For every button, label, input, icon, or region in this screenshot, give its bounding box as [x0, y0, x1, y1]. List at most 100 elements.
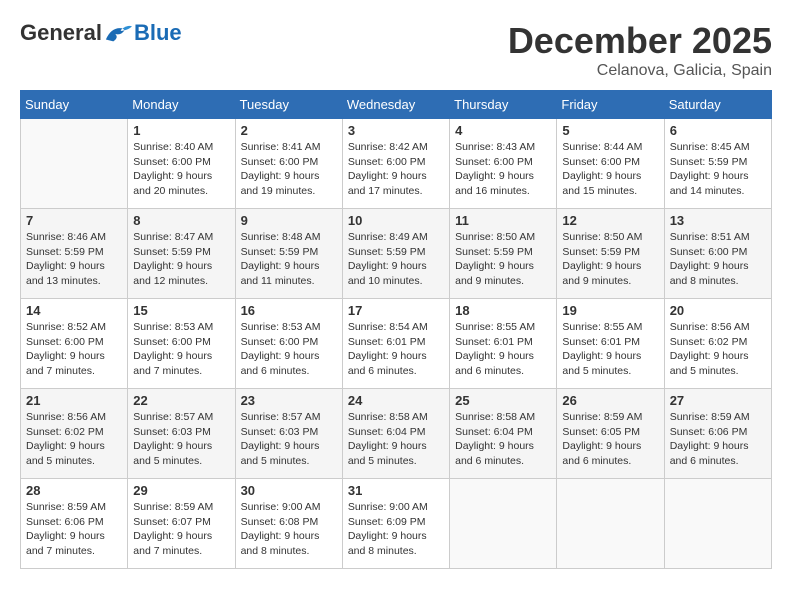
calendar-cell	[664, 479, 771, 569]
calendar-cell: 19 Sunrise: 8:55 AMSunset: 6:01 PMDayligh…	[557, 299, 664, 389]
logo-blue-text: Blue	[134, 20, 182, 46]
day-number: 23	[241, 393, 337, 408]
calendar-header-monday: Monday	[128, 91, 235, 119]
calendar-header-row: SundayMondayTuesdayWednesdayThursdayFrid…	[21, 91, 772, 119]
calendar-week-row: 7Sunrise: 8:46 AMSunset: 5:59 PMDaylight…	[21, 209, 772, 299]
day-number: 28	[26, 483, 122, 498]
calendar-cell: 7Sunrise: 8:46 AMSunset: 5:59 PMDaylight…	[21, 209, 128, 299]
day-number: 1	[133, 123, 229, 138]
day-number: 10	[348, 213, 444, 228]
logo-general-text: General	[20, 20, 102, 46]
day-number: 19	[562, 303, 658, 318]
day-number: 6	[670, 123, 766, 138]
day-info: Sunrise: 9:00 AMSunset: 6:08 PMDaylight:…	[241, 500, 337, 559]
calendar-header-thursday: Thursday	[450, 91, 557, 119]
day-number: 29	[133, 483, 229, 498]
logo-bird-icon	[104, 22, 132, 44]
day-number: 24	[348, 393, 444, 408]
day-number: 2	[241, 123, 337, 138]
month-title: December 2025	[508, 20, 772, 62]
day-number: 22	[133, 393, 229, 408]
day-number: 27	[670, 393, 766, 408]
calendar-cell: 28 Sunrise: 8:59 AMSunset: 6:06 PMDayligh…	[21, 479, 128, 569]
day-info: Sunrise: 8:42 AMSunset: 6:00 PMDaylight:…	[348, 140, 444, 199]
logo: General Blue	[20, 20, 182, 46]
calendar-cell: 12 Sunrise: 8:50 AMSunset: 5:59 PMDayligh…	[557, 209, 664, 299]
page-header: General Blue December 2025 Celanova, Gal…	[20, 20, 772, 80]
calendar-header-sunday: Sunday	[21, 91, 128, 119]
day-info: Sunrise: 8:59 AMSunset: 6:07 PMDaylight:…	[133, 500, 229, 559]
calendar-week-row: 28 Sunrise: 8:59 AMSunset: 6:06 PMDayligh…	[21, 479, 772, 569]
day-info: Sunrise: 8:59 AMSunset: 6:06 PMDaylight:…	[670, 410, 766, 469]
day-number: 20	[670, 303, 766, 318]
day-number: 5	[562, 123, 658, 138]
day-info: Sunrise: 8:59 AMSunset: 6:05 PMDaylight:…	[562, 410, 658, 469]
calendar-cell: 9Sunrise: 8:48 AMSunset: 5:59 PMDaylight…	[235, 209, 342, 299]
day-number: 11	[455, 213, 551, 228]
day-number: 3	[348, 123, 444, 138]
day-info: Sunrise: 8:56 AMSunset: 6:02 PMDaylight:…	[670, 320, 766, 379]
day-info: Sunrise: 8:58 AMSunset: 6:04 PMDaylight:…	[455, 410, 551, 469]
location-subtitle: Celanova, Galicia, Spain	[508, 62, 772, 80]
calendar-header-wednesday: Wednesday	[342, 91, 449, 119]
day-number: 31	[348, 483, 444, 498]
day-number: 12	[562, 213, 658, 228]
calendar-cell: 1 Sunrise: 8:40 AMSunset: 6:00 PMDaylight…	[128, 119, 235, 209]
calendar-cell: 22 Sunrise: 8:57 AMSunset: 6:03 PMDayligh…	[128, 389, 235, 479]
day-info: Sunrise: 8:48 AMSunset: 5:59 PMDaylight:…	[241, 230, 337, 289]
calendar-cell: 30 Sunrise: 9:00 AMSunset: 6:08 PMDayligh…	[235, 479, 342, 569]
day-info: Sunrise: 8:49 AMSunset: 5:59 PMDaylight:…	[348, 230, 444, 289]
day-number: 30	[241, 483, 337, 498]
day-info: Sunrise: 8:47 AMSunset: 5:59 PMDaylight:…	[133, 230, 229, 289]
calendar-cell: 31 Sunrise: 9:00 AMSunset: 6:09 PMDayligh…	[342, 479, 449, 569]
day-info: Sunrise: 8:56 AMSunset: 6:02 PMDaylight:…	[26, 410, 122, 469]
calendar-cell: 27 Sunrise: 8:59 AMSunset: 6:06 PMDayligh…	[664, 389, 771, 479]
calendar-cell: 11 Sunrise: 8:50 AMSunset: 5:59 PMDayligh…	[450, 209, 557, 299]
calendar-cell: 13Sunrise: 8:51 AMSunset: 6:00 PMDayligh…	[664, 209, 771, 299]
calendar-cell: 29 Sunrise: 8:59 AMSunset: 6:07 PMDayligh…	[128, 479, 235, 569]
day-info: Sunrise: 8:59 AMSunset: 6:06 PMDaylight:…	[26, 500, 122, 559]
day-info: Sunrise: 8:44 AMSunset: 6:00 PMDaylight:…	[562, 140, 658, 199]
day-info: Sunrise: 9:00 AMSunset: 6:09 PMDaylight:…	[348, 500, 444, 559]
day-info: Sunrise: 8:52 AMSunset: 6:00 PMDaylight:…	[26, 320, 122, 379]
day-info: Sunrise: 8:54 AMSunset: 6:01 PMDaylight:…	[348, 320, 444, 379]
day-info: Sunrise: 8:43 AMSunset: 6:00 PMDaylight:…	[455, 140, 551, 199]
day-info: Sunrise: 8:57 AMSunset: 6:03 PMDaylight:…	[133, 410, 229, 469]
day-info: Sunrise: 8:41 AMSunset: 6:00 PMDaylight:…	[241, 140, 337, 199]
calendar-cell: 4Sunrise: 8:43 AMSunset: 6:00 PMDaylight…	[450, 119, 557, 209]
calendar-cell	[21, 119, 128, 209]
calendar-cell: 8 Sunrise: 8:47 AMSunset: 5:59 PMDaylight…	[128, 209, 235, 299]
calendar-cell: 24 Sunrise: 8:58 AMSunset: 6:04 PMDayligh…	[342, 389, 449, 479]
day-number: 16	[241, 303, 337, 318]
calendar-cell: 3 Sunrise: 8:42 AMSunset: 6:00 PMDaylight…	[342, 119, 449, 209]
day-info: Sunrise: 8:55 AMSunset: 6:01 PMDaylight:…	[562, 320, 658, 379]
calendar-cell: 10 Sunrise: 8:49 AMSunset: 5:59 PMDayligh…	[342, 209, 449, 299]
day-number: 14	[26, 303, 122, 318]
day-info: Sunrise: 8:58 AMSunset: 6:04 PMDaylight:…	[348, 410, 444, 469]
calendar-cell: 20 Sunrise: 8:56 AMSunset: 6:02 PMDayligh…	[664, 299, 771, 389]
calendar-cell: 6Sunrise: 8:45 AMSunset: 5:59 PMDaylight…	[664, 119, 771, 209]
day-number: 21	[26, 393, 122, 408]
calendar-cell: 5 Sunrise: 8:44 AMSunset: 6:00 PMDaylight…	[557, 119, 664, 209]
day-number: 25	[455, 393, 551, 408]
day-info: Sunrise: 8:50 AMSunset: 5:59 PMDaylight:…	[562, 230, 658, 289]
day-info: Sunrise: 8:55 AMSunset: 6:01 PMDaylight:…	[455, 320, 551, 379]
day-number: 15	[133, 303, 229, 318]
calendar-cell	[557, 479, 664, 569]
calendar-cell: 26Sunrise: 8:59 AMSunset: 6:05 PMDayligh…	[557, 389, 664, 479]
day-number: 8	[133, 213, 229, 228]
calendar-cell: 21 Sunrise: 8:56 AMSunset: 6:02 PMDayligh…	[21, 389, 128, 479]
day-number: 18	[455, 303, 551, 318]
calendar-header-saturday: Saturday	[664, 91, 771, 119]
calendar-header-tuesday: Tuesday	[235, 91, 342, 119]
day-info: Sunrise: 8:51 AMSunset: 6:00 PMDaylight:…	[670, 230, 766, 289]
day-info: Sunrise: 8:40 AMSunset: 6:00 PMDaylight:…	[133, 140, 229, 199]
calendar-cell	[450, 479, 557, 569]
calendar-cell: 25 Sunrise: 8:58 AMSunset: 6:04 PMDayligh…	[450, 389, 557, 479]
calendar-cell: 17Sunrise: 8:54 AMSunset: 6:01 PMDayligh…	[342, 299, 449, 389]
day-info: Sunrise: 8:50 AMSunset: 5:59 PMDaylight:…	[455, 230, 551, 289]
day-info: Sunrise: 8:46 AMSunset: 5:59 PMDaylight:…	[26, 230, 122, 289]
day-info: Sunrise: 8:53 AMSunset: 6:00 PMDaylight:…	[241, 320, 337, 379]
calendar-week-row: 1 Sunrise: 8:40 AMSunset: 6:00 PMDaylight…	[21, 119, 772, 209]
calendar-cell: 23Sunrise: 8:57 AMSunset: 6:03 PMDayligh…	[235, 389, 342, 479]
